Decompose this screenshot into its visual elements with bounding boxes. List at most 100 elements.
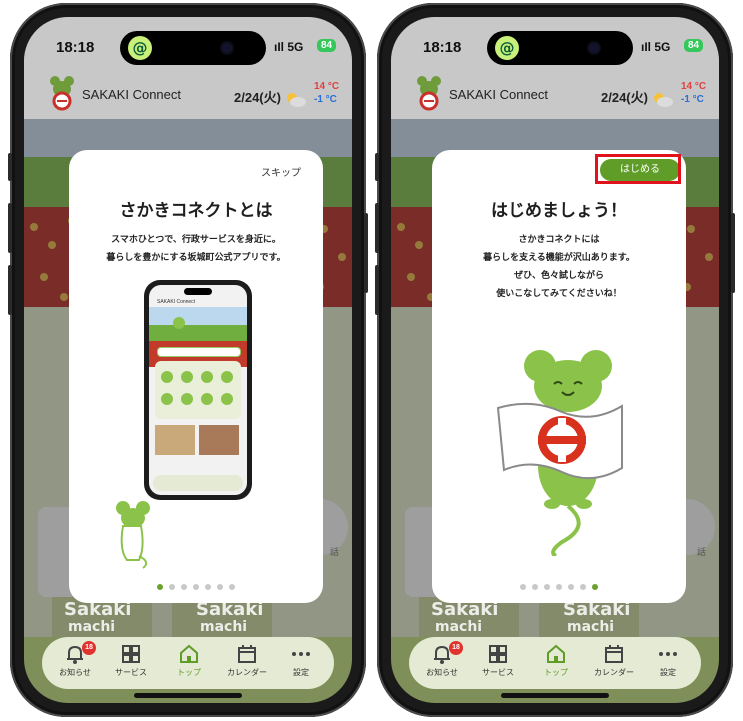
grid-icon [489,645,507,663]
page-dot-3[interactable] [544,584,550,590]
screen-right: Sakaki machi Sakaki machi 話 18:18 @ ıIl … [391,17,719,703]
modal-description-line-2: 暮らしを支える機能が沢山あります。 [483,253,635,263]
nav-label: サービス [482,668,514,677]
app-header: SAKAKI Connect 2/24(火) 14 °C -1 °C [391,67,719,119]
onboarding-modal: はじめる はじめましょう！ さかきコネクトには 暮らしを支える機能が沢山あります… [432,150,686,603]
mascot-with-flag-illustration [496,350,623,556]
nav-label: 設定 [660,668,676,677]
page-dot-3[interactable] [181,584,187,590]
grid-icon [122,645,140,663]
modal-title: はじめましょう！ [491,201,627,221]
nav-label: カレンダー [227,668,267,677]
nav-item-notifications[interactable]: 18 お知らせ [46,641,104,685]
nav-label: カレンダー [594,668,634,677]
nav-item-services[interactable]: サービス [102,641,160,685]
nav-item-calendar[interactable]: カレンダー [218,641,276,685]
more-icon [659,652,677,656]
phone-frame-right: Sakaki machi Sakaki machi 話 18:18 @ ıIl … [375,3,735,717]
nav-label: お知らせ [59,668,91,677]
nav-label: トップ [177,668,201,677]
nav-label: お知らせ [426,668,458,677]
signal-indicator: ıIl 5G [274,40,304,54]
notification-badge: 18 [82,641,96,655]
camera-icon [589,43,599,53]
temp-low: -1 °C [681,94,704,105]
bg-machi-text-1: machi [435,619,483,635]
nav-item-calendar[interactable]: カレンダー [585,641,643,685]
nav-label: 設定 [293,668,309,677]
temp-high: 14 °C [314,81,340,92]
nav-item-notifications[interactable]: 18 お知らせ [413,641,471,685]
nav-item-top[interactable]: トップ [160,641,218,685]
page-dot-7[interactable] [592,584,598,590]
calendar-icon [605,645,623,663]
modal-description-line-3: ぜひ、色々試しながら [513,271,604,281]
status-bar: 18:18 @ ıIl 5G 84 [24,17,352,67]
app-logo-icon [417,76,441,111]
page-dot-7[interactable] [229,584,235,590]
header-date: 2/24(火) [601,90,648,105]
nav-label: サービス [115,668,147,677]
modal-description-line-2: 暮らしを豊かにする坂城町公式アプリです。 [106,253,286,263]
app-indicator-icon: @ [128,36,152,60]
page-dot-5[interactable] [568,584,574,590]
app-header: SAKAKI Connect 2/24(火) 14 °C -1 °C [24,67,352,119]
home-indicator[interactable] [501,693,609,698]
dynamic-island: @ [487,31,633,65]
page-dot-6[interactable] [217,584,223,590]
modal-description-line-1: さかきコネクトには [518,235,600,245]
signal-indicator: ıIl 5G [641,40,671,54]
modal-description-line-4: 使いこなしてみてくださいね！ [496,289,622,299]
bottom-nav: 18 お知らせ サービス トップ カレンダー 設定 [42,637,334,689]
pagination-dots [432,575,686,594]
skip-button[interactable]: スキップ [261,164,301,179]
app-preview-image: SAKAKI Connect [144,280,252,500]
battery-indicator: 84 [684,39,704,52]
sun-cloud-icon [654,93,673,107]
temp-high: 14 °C [681,81,707,92]
mascot-illustration [116,501,150,569]
signal-bars-icon: ıIl [274,40,288,54]
bg-machi-text-2: machi [567,619,615,635]
modal-title: さかきコネクトとは [119,201,273,221]
pagination-dots [69,575,323,594]
camera-icon [222,43,232,53]
home-icon [180,644,198,663]
page-dot-4[interactable] [556,584,562,590]
more-icon [292,652,310,656]
header-date: 2/24(火) [234,90,281,105]
app-title: SAKAKI Connect [449,87,548,102]
app-logo-icon [50,76,74,111]
bg-side-label: 話 [330,548,340,558]
page-dot-1[interactable] [157,584,163,590]
page-dot-2[interactable] [169,584,175,590]
bottom-nav: 18 お知らせ サービス トップ カレンダー 設定 [409,637,701,689]
nav-label: トップ [544,668,568,677]
signal-bars-icon: ıIl [641,40,655,54]
temp-low: -1 °C [314,94,337,105]
calendar-icon [238,645,256,663]
screen-left: Sakaki machi Sakaki machi 話 18:18 @ ıIl … [24,17,352,703]
nav-item-top[interactable]: トップ [527,641,585,685]
status-time: 18:18 [56,39,95,56]
bg-machi-text-1: machi [68,619,116,635]
page-dot-6[interactable] [580,584,586,590]
app-title: SAKAKI Connect [82,87,181,102]
notification-badge: 18 [449,641,463,655]
nav-item-settings[interactable]: 設定 [639,641,697,685]
phone-frame-left: Sakaki machi Sakaki machi 話 18:18 @ ıIl … [8,3,368,717]
home-indicator[interactable] [134,693,242,698]
nav-item-services[interactable]: サービス [469,641,527,685]
sun-cloud-icon [287,93,306,107]
page-dot-1[interactable] [520,584,526,590]
bg-side-label: 話 [697,548,707,558]
nav-item-settings[interactable]: 設定 [272,641,330,685]
page-dot-5[interactable] [205,584,211,590]
page-dot-4[interactable] [193,584,199,590]
page-dot-2[interactable] [532,584,538,590]
dynamic-island: @ [120,31,266,65]
app-indicator-icon: @ [495,36,519,60]
bg-machi-text-2: machi [200,619,248,635]
onboarding-modal: スキップ さかきコネクトとは スマホひとつで、行政サービスを身近に。 暮らしを豊… [69,150,323,603]
battery-indicator: 84 [317,39,337,52]
